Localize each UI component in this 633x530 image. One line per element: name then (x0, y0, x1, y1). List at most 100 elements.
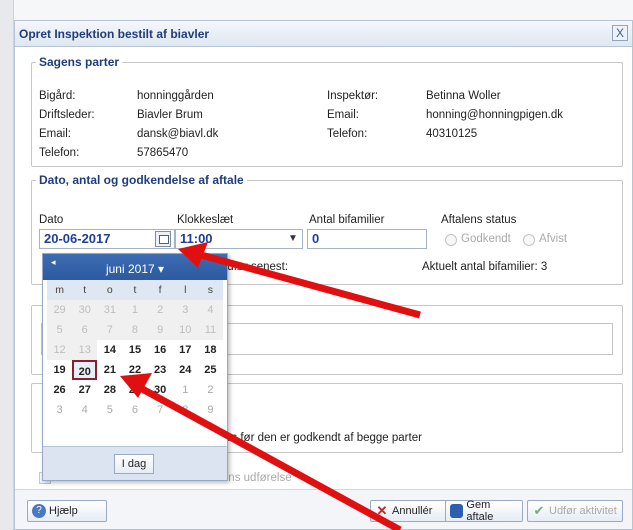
date-value: 20-06-2017 (44, 231, 111, 246)
datepicker-footer: I dag (43, 446, 227, 480)
inspector-phone-label: Telefon: (327, 128, 368, 140)
calendar-day: 8 (122, 320, 148, 340)
calendar-day[interactable]: 9 (198, 400, 223, 420)
save-agreement-button[interactable]: Gem aftale (445, 499, 523, 523)
help-button-label: Hjælp (49, 505, 78, 517)
latest-date-label: Udfør senest: (219, 261, 289, 273)
datepicker-header: ◂ juni 2017 ▾ (43, 254, 227, 280)
agreement-legend: Dato, antal og godkendelse af aftale (39, 173, 244, 187)
calendar-day[interactable]: 1 (173, 380, 198, 400)
calendar-day[interactable]: 6 (122, 400, 147, 420)
save-icon (450, 504, 464, 518)
today-button[interactable]: I dag (114, 454, 154, 474)
manager-value: Biavler Brum (137, 109, 203, 121)
calendar-day[interactable]: 7 (148, 400, 173, 420)
calendar-day[interactable]: 19 (47, 360, 72, 380)
calendar-day[interactable]: 22 (122, 360, 147, 380)
background-app-strip (0, 0, 14, 530)
help-icon: ? (32, 504, 46, 518)
phone-value: 57865470 (137, 147, 189, 159)
calendar-day[interactable]: 4 (72, 400, 97, 420)
date-label: Dato (39, 214, 64, 226)
month-selector[interactable]: juni 2017 ▾ (43, 262, 227, 276)
colonies-input[interactable]: 0 (307, 229, 427, 249)
inspector-email-value: honning@honningpigen.dk (426, 109, 564, 121)
calendar-day: 11 (197, 320, 223, 340)
perform-button-label: Udfør aktivitet (549, 505, 617, 517)
weekday-header: t (122, 280, 148, 300)
calendar-day: 31 (97, 300, 123, 320)
calendar-day: 29 (47, 300, 73, 320)
datepicker-popup: ◂ juni 2017 ▾ m t o t f l s 29 30 31 1 2 3 4 5 6 7 8 9 10 11… (42, 253, 228, 481)
time-value: 11:00 (180, 231, 213, 246)
status-label: Aftalens status (441, 214, 517, 226)
calendar-icon[interactable] (155, 231, 171, 247)
colonies-value: 0 (312, 231, 320, 246)
colonies-label: Antal bifamilier (309, 214, 385, 226)
calendar-day[interactable]: 25 (198, 360, 223, 380)
parties-legend: Sagens parter (39, 55, 120, 69)
calendar-day[interactable]: 18 (198, 340, 223, 360)
calendar-day[interactable]: 27 (72, 380, 97, 400)
cancel-button-label: Annullér (392, 505, 433, 517)
calendar-day[interactable]: 29 (122, 380, 147, 400)
farm-label: Bigård: (39, 90, 76, 102)
calendar-day[interactable]: 17 (173, 340, 198, 360)
background-top (14, 0, 633, 20)
rejected-radio[interactable] (523, 234, 535, 246)
calendar-day[interactable]: 21 (97, 360, 122, 380)
weekday-header: f (147, 280, 173, 300)
calendar-day: 2 (147, 300, 173, 320)
email-value: dansk@biavl.dk (137, 128, 219, 140)
calendar-day[interactable]: 14 (97, 340, 122, 360)
calendar-day[interactable]: 24 (173, 360, 198, 380)
calendar-day: 5 (47, 320, 73, 340)
close-icon[interactable]: X (612, 25, 628, 41)
calendar-day: 3 (172, 300, 198, 320)
calendar-day: 13 (72, 340, 98, 360)
dialog-titlebar: Opret Inspektion bestilt af biavler X (15, 21, 632, 47)
calendar-day[interactable]: 30 (148, 380, 173, 400)
calendar-day[interactable]: 8 (173, 400, 198, 420)
approved-radio[interactable] (445, 234, 457, 246)
inspector-phone-value: 40310125 (426, 128, 478, 140)
calendar-day: 30 (72, 300, 98, 320)
time-label: Klokkeslæt (177, 214, 234, 226)
time-select[interactable]: 11:00 ▼ (175, 229, 303, 249)
weekday-header: s (197, 280, 223, 300)
inspector-value: Betinna Woller (426, 90, 501, 102)
calendar-day[interactable]: 2 (198, 380, 223, 400)
email-label: Email: (39, 128, 71, 140)
farm-value: honninggården (137, 90, 214, 102)
calendar-day: 1 (122, 300, 148, 320)
inspector-label: Inspektør: (327, 90, 379, 102)
inspector-email-label: Email: (327, 109, 359, 121)
calendar-day[interactable]: 16 (148, 340, 173, 360)
help-button[interactable]: ? Hjælp (27, 500, 107, 522)
selected-date[interactable]: 20 (72, 360, 98, 380)
current-colonies-text: Aktuelt antal bifamilier: 3 (422, 261, 548, 273)
calendar-day: 7 (97, 320, 123, 340)
dialog-title: Opret Inspektion bestilt af biavler (19, 26, 210, 41)
calendar-day: 10 (172, 320, 198, 340)
approval-text: fres før den er godkendt af begge parter (218, 432, 422, 444)
perform-activity-button[interactable]: ✔ Udfør aktivitet (527, 500, 623, 522)
create-inspection-dialog: Opret Inspektion bestilt af biavler X Sa… (14, 20, 633, 530)
calendar-day[interactable]: 23 (148, 360, 173, 380)
weekday-header: l (172, 280, 198, 300)
chevron-down-icon: ▼ (288, 233, 298, 244)
rejected-label: Afvist (539, 233, 568, 245)
approved-label: Godkendt (461, 233, 511, 245)
calendar-day[interactable]: 3 (47, 400, 72, 420)
cancel-button[interactable]: ✕ Annullér (370, 500, 450, 522)
calendar-day[interactable]: 26 (47, 380, 72, 400)
calendar-day: 6 (72, 320, 98, 340)
calendar-day[interactable]: 15 (122, 340, 147, 360)
calendar-day[interactable]: 5 (97, 400, 122, 420)
phone-label: Telefon: (39, 147, 80, 159)
calendar-day[interactable]: 28 (97, 380, 122, 400)
calendar-day: 4 (197, 300, 223, 320)
calendar-day: 12 (47, 340, 73, 360)
weekday-header: m (47, 280, 73, 300)
page: Opret Inspektion bestilt af biavler X Sa… (0, 0, 633, 530)
